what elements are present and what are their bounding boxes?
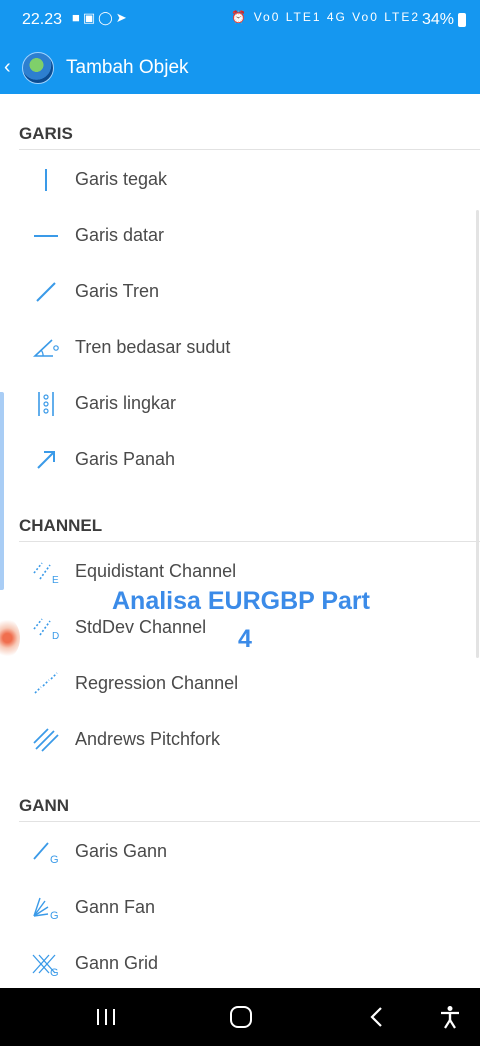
- section-header-garis: GARIS: [19, 124, 73, 143]
- item-label: Andrews Pitchfork: [75, 729, 221, 749]
- item-label: Garis datar: [75, 225, 165, 245]
- stddev-channel-icon: D: [31, 614, 61, 642]
- item-label: Regression Channel: [75, 673, 239, 693]
- app-bar: ‹ Tambah Objek: [0, 42, 480, 94]
- arrow-line-icon: [31, 446, 61, 474]
- video-overlay-title: Analisa EURGBP Part: [112, 587, 370, 615]
- svg-text:E: E: [52, 575, 59, 585]
- svg-text:D: D: [52, 631, 59, 641]
- svg-text:G: G: [50, 910, 59, 921]
- accessibility-icon[interactable]: [438, 1004, 462, 1030]
- horizontal-line-icon: [31, 222, 61, 250]
- vertical-line-icon: [31, 166, 61, 194]
- status-time: 22.23: [22, 11, 63, 28]
- battery-percent: 34%: [421, 11, 454, 28]
- video-overlay-subtitle: 4: [238, 625, 252, 653]
- section-divider: [19, 149, 480, 150]
- section-header-gann: GANN: [19, 796, 70, 815]
- home-icon[interactable]: [228, 1004, 254, 1030]
- page-title: Tambah Objek: [66, 57, 189, 78]
- item-label: Gann Fan: [75, 897, 156, 917]
- network-text: Vo0 LTE1 4G Vo0 LTE2: [253, 10, 420, 24]
- cycle-lines-icon: [31, 390, 61, 418]
- list-item-gann-grid[interactable]: G Gann Grid: [0, 936, 470, 988]
- list-item-garis-tren[interactable]: Garis Tren: [0, 264, 470, 320]
- item-label: Garis Tren: [75, 281, 160, 301]
- svg-text:G: G: [50, 967, 59, 977]
- section-divider: [19, 821, 480, 822]
- svg-text:G: G: [50, 854, 59, 865]
- alarm-icon: ⏰: [231, 10, 249, 24]
- list-item-regression-channel[interactable]: Regression Channel: [0, 656, 470, 712]
- signal-icons: ⏰ Vo0 LTE1 4G Vo0 LTE2: [231, 10, 420, 24]
- item-label: StdDev Channel: [75, 617, 207, 637]
- message-icon: ▣: [82, 10, 99, 25]
- gann-grid-icon: G: [31, 950, 61, 978]
- trend-line-icon: [31, 278, 61, 306]
- list-item-gann-fan[interactable]: G Gann Fan: [0, 880, 470, 936]
- edge-panel-handle[interactable]: [0, 392, 4, 590]
- video-icon: ■: [72, 10, 83, 25]
- notification-icons: ■▣◯➤: [72, 10, 130, 26]
- regression-channel-icon: [31, 670, 61, 698]
- object-list: GARIS Garis tegak Garis datar Garis Tren…: [0, 94, 480, 988]
- trend-angle-icon: [31, 334, 61, 362]
- item-label: Garis Panah: [75, 449, 176, 469]
- item-label: Gann Grid: [75, 953, 159, 973]
- recent-apps-icon[interactable]: [94, 1004, 118, 1030]
- list-item-tren-sudut[interactable]: Tren bedasar sudut: [0, 320, 470, 376]
- back-icon[interactable]: [366, 1004, 386, 1030]
- gann-fan-icon: G: [31, 894, 61, 922]
- list-item-garis-tegak[interactable]: Garis tegak: [0, 152, 470, 208]
- item-label: Garis tegak: [75, 169, 168, 189]
- list-item-garis-panah[interactable]: Garis Panah: [0, 432, 470, 488]
- system-nav-bar: [0, 988, 480, 1046]
- battery-icon: [458, 13, 466, 27]
- equidistant-channel-icon: E: [31, 558, 61, 586]
- back-chevron-icon[interactable]: ‹: [4, 56, 16, 79]
- item-label: Garis Gann: [75, 841, 168, 861]
- gann-line-icon: G: [31, 838, 61, 866]
- section-divider: [19, 541, 480, 542]
- pitchfork-icon: [31, 726, 61, 754]
- scrollbar[interactable]: [476, 210, 479, 658]
- list-item-garis-lingkar[interactable]: Garis lingkar: [0, 376, 470, 432]
- item-label: Equidistant Channel: [75, 561, 237, 581]
- list-item-garis-datar[interactable]: Garis datar: [0, 208, 470, 264]
- list-item-andrews-pitchfork[interactable]: Andrews Pitchfork: [0, 712, 470, 768]
- whatsapp-icon: ◯: [98, 10, 116, 25]
- item-label: Garis lingkar: [75, 393, 177, 413]
- status-bar: 22.23 ■▣◯➤ ⏰ Vo0 LTE1 4G Vo0 LTE2 34%: [0, 0, 480, 42]
- item-label: Tren bedasar sudut: [75, 337, 231, 357]
- telegram-icon: ➤: [115, 10, 130, 25]
- section-header-channel: CHANNEL: [19, 516, 103, 535]
- app-logo[interactable]: [22, 52, 54, 84]
- list-item-garis-gann[interactable]: G Garis Gann: [0, 824, 470, 880]
